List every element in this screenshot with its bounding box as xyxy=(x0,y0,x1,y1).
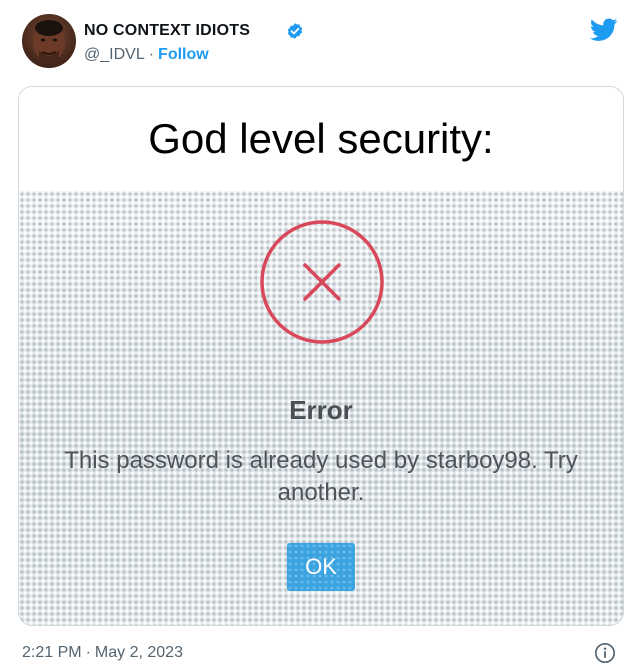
timestamp-separator: · xyxy=(85,644,91,661)
ok-button: OK xyxy=(287,543,355,591)
avatar[interactable] xyxy=(22,14,76,68)
avatar-photo-icon xyxy=(33,20,65,62)
error-title: Error xyxy=(289,395,353,425)
error-message: This password is already used by starboy… xyxy=(64,447,578,506)
verified-badge-icon xyxy=(287,23,303,39)
tweet-time: 2:21 PM xyxy=(22,644,82,661)
author-handle[interactable]: @_IDVL xyxy=(84,46,145,63)
tweet-timestamp[interactable]: 2:21 PM · May 2, 2023 xyxy=(22,644,183,662)
meme-caption: God level security: xyxy=(19,87,623,191)
error-x-circle-icon xyxy=(260,220,384,344)
author-handle-row: @_IDVL · Follow xyxy=(84,46,209,64)
error-dialog-photo: Error This password is already used by s… xyxy=(19,191,623,625)
tweet-header: NO CONTEXT IDIOTS @_IDVL · Follow xyxy=(0,0,640,84)
author-display-name[interactable]: NO CONTEXT IDIOTS xyxy=(84,22,250,40)
twitter-bird-icon[interactable] xyxy=(590,18,618,42)
handle-separator: · xyxy=(148,46,155,63)
info-icon[interactable] xyxy=(594,642,616,664)
tweet-media[interactable]: God level security: Error This password … xyxy=(18,86,624,626)
follow-button[interactable]: Follow xyxy=(158,46,209,63)
tweet-date: May 2, 2023 xyxy=(94,644,183,661)
